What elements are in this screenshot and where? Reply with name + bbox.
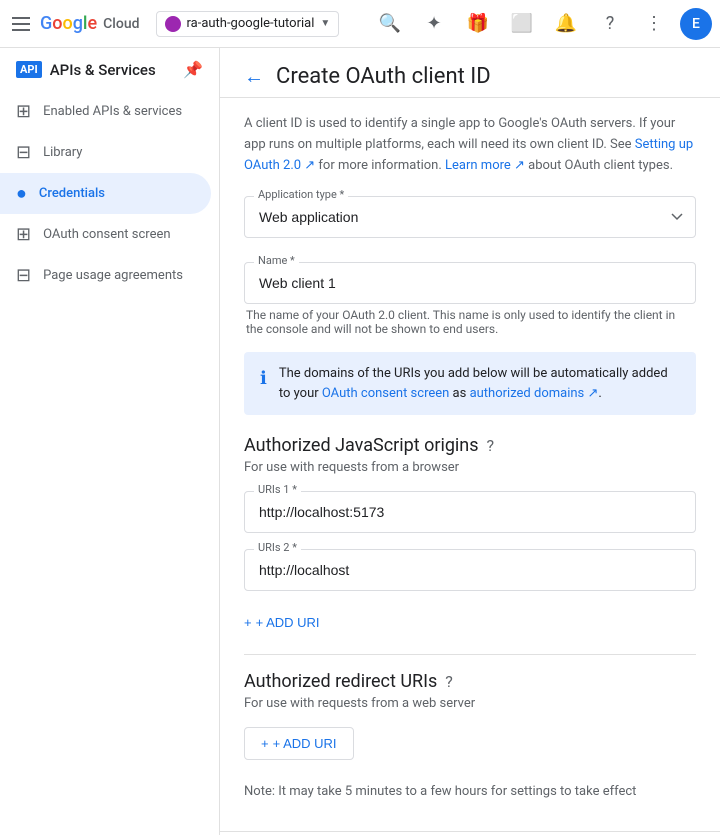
uri1-input[interactable] [244, 491, 696, 533]
project-selector[interactable]: ra-auth-google-tutorial ▼ [156, 11, 340, 37]
authorized-domains-link[interactable]: authorized domains ↗ [470, 386, 599, 401]
add-uri-js-label: + ADD URI [256, 615, 320, 630]
section-divider [244, 654, 696, 655]
content-area: ← Create OAuth client ID A client ID is … [220, 48, 720, 835]
library-icon: ⊟ [16, 142, 31, 163]
add-uri-js-icon: + [244, 615, 252, 630]
redirect-uris-help-icon[interactable]: ? [445, 672, 453, 691]
avatar[interactable]: E [680, 8, 712, 40]
js-origins-section: Authorized JavaScript origins ? For use … [244, 435, 696, 638]
api-badge: API [16, 61, 42, 78]
info-box: ℹ The domains of the URIs you add below … [244, 352, 696, 415]
oauth-consent-link[interactable]: OAuth consent screen [322, 386, 449, 401]
sidebar-item-oauth-consent[interactable]: ⊞ OAuth consent screen [0, 214, 211, 255]
cloud-text: Cloud [103, 16, 139, 32]
add-uri-js-button[interactable]: + + ADD URI [244, 607, 320, 638]
hamburger-menu-icon[interactable] [8, 12, 32, 36]
bell-icon[interactable]: 🔔 [548, 6, 584, 42]
add-uri-redirect-icon: + [261, 736, 269, 751]
uri2-label: URIs 2 [254, 541, 301, 554]
search-icon[interactable]: 🔍 [372, 6, 408, 42]
uri2-input[interactable] [244, 549, 696, 591]
uri2-group: URIs 2 [244, 549, 696, 591]
content-body: A client ID is used to identify a single… [220, 98, 720, 831]
enabled-apis-icon: ⊞ [16, 101, 31, 122]
credentials-icon: ● [16, 183, 27, 204]
sidebar-item-label: Credentials [39, 186, 105, 201]
back-button[interactable]: ← [244, 64, 264, 89]
application-type-select[interactable]: Web application [244, 196, 696, 238]
application-type-group: Application type Web application [244, 196, 696, 238]
name-input[interactable] [244, 262, 696, 304]
sidebar-header: API APIs & Services 📌 [0, 48, 219, 91]
footer-buttons: CREATE CANCEL [220, 831, 720, 835]
application-type-label: Application type [254, 188, 348, 201]
name-group: Name The name of your OAuth 2.0 client. … [244, 262, 696, 336]
js-origins-help-icon[interactable]: ? [487, 436, 495, 455]
project-dropdown-icon: ▼ [320, 18, 330, 29]
name-label: Name [254, 254, 299, 267]
sidebar: API APIs & Services 📌 ⊞ Enabled APIs & s… [0, 48, 220, 835]
oauth-consent-icon: ⊞ [16, 224, 31, 245]
sidebar-item-page-usage[interactable]: ⊟ Page usage agreements [0, 255, 211, 296]
uri1-group: URIs 1 [244, 491, 696, 533]
more-options-icon[interactable]: ⋮ [636, 6, 672, 42]
main-layout: API APIs & Services 📌 ⊞ Enabled APIs & s… [0, 48, 720, 835]
sidebar-item-library[interactable]: ⊟ Library [0, 132, 211, 173]
content-header: ← Create OAuth client ID [220, 48, 720, 98]
sidebar-item-credentials[interactable]: ● Credentials [0, 173, 211, 214]
add-uri-redirect-label: + ADD URI [273, 736, 337, 751]
sidebar-item-label: Page usage agreements [43, 268, 183, 283]
google-cloud-logo[interactable]: Google Cloud [40, 13, 140, 34]
page-usage-icon: ⊟ [16, 265, 31, 286]
add-uri-redirect-button[interactable]: + + ADD URI [244, 727, 354, 760]
name-helper-text: The name of your OAuth 2.0 client. This … [244, 308, 696, 336]
note-text: Note: It may take 5 minutes to a few hou… [244, 784, 696, 799]
pin-icon[interactable]: 📌 [183, 60, 203, 79]
info-icon: ℹ [260, 365, 267, 403]
page-title: Create OAuth client ID [276, 64, 491, 89]
uri1-label: URIs 1 [254, 483, 301, 496]
redirect-uris-section: Authorized redirect URIs ? For use with … [244, 671, 696, 760]
terminal-icon[interactable]: ⬜ [504, 6, 540, 42]
topbar: Google Cloud ra-auth-google-tutorial ▼ 🔍… [0, 0, 720, 48]
info-box-content: The domains of the URIs you add below wi… [279, 364, 680, 403]
gift-icon[interactable]: 🎁 [460, 6, 496, 42]
project-name: ra-auth-google-tutorial [187, 16, 315, 31]
page-description: A client ID is used to identify a single… [244, 114, 696, 176]
project-selector-icon [165, 16, 181, 32]
sidebar-title: APIs & Services [50, 61, 156, 79]
sidebar-item-enabled-apis[interactable]: ⊞ Enabled APIs & services [0, 91, 211, 132]
redirect-uris-desc: For use with requests from a web server [244, 696, 696, 711]
sidebar-item-label: OAuth consent screen [43, 227, 170, 242]
js-origins-desc: For use with requests from a browser [244, 460, 696, 475]
sidebar-item-label: Enabled APIs & services [43, 104, 182, 119]
learn-more-link[interactable]: Learn more ↗ [445, 158, 525, 173]
redirect-uris-title: Authorized redirect URIs ? [244, 671, 696, 692]
ai-icon[interactable]: ✦ [416, 6, 452, 42]
help-icon[interactable]: ? [592, 6, 628, 42]
js-origins-title: Authorized JavaScript origins ? [244, 435, 696, 456]
sidebar-item-label: Library [43, 145, 82, 160]
